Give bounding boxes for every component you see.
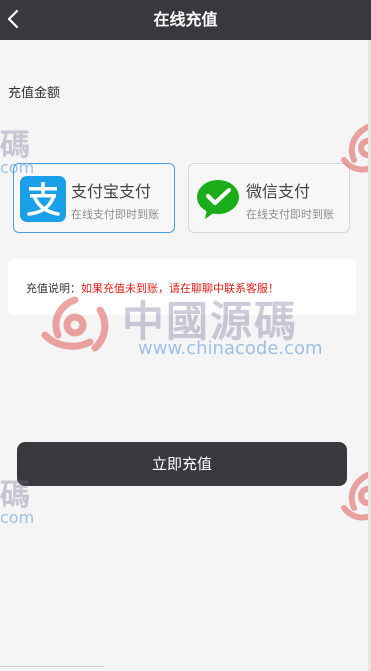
wechat-pay-option[interactable]: 微信支付 在线支付即时到账 — [188, 163, 350, 233]
watermark-partial-url-bottom: com — [0, 508, 35, 527]
wechat-pay-label: 微信支付 — [246, 182, 311, 201]
notice-text: 充值说明：如果充值未到账，请在聊聊中联系客服！ — [26, 280, 279, 296]
watermark-url-text: www.chinacode.com — [138, 338, 323, 359]
page-title: 在线充值 — [153, 10, 218, 29]
alipay-label: 支付宝支付 — [71, 182, 152, 201]
wechat-pay-icon — [195, 176, 241, 222]
amount-label: 充值金额 — [8, 86, 61, 101]
alipay-option[interactable]: 支付宝支付 在线支付即时到账 — [13, 163, 175, 233]
alipay-icon — [20, 176, 66, 222]
recharge-notice: 充值说明：如果充值未到账，请在聊聊中联系客服！ — [8, 259, 356, 315]
notice-label: 充值说明： — [26, 282, 81, 295]
recharge-now-button[interactable]: 立即充值 — [17, 442, 347, 486]
wechat-pay-subtitle: 在线支付即时到账 — [246, 208, 334, 221]
bottom-divider — [0, 666, 104, 667]
watermark-partial-text-top: 碼 — [0, 128, 30, 163]
alipay-subtitle: 在线支付即时到账 — [71, 208, 159, 221]
notice-warning: 如果充值未到账，请在聊聊中联系客服！ — [81, 282, 279, 295]
top-navigation-bar: 在线充值 — [0, 0, 371, 40]
